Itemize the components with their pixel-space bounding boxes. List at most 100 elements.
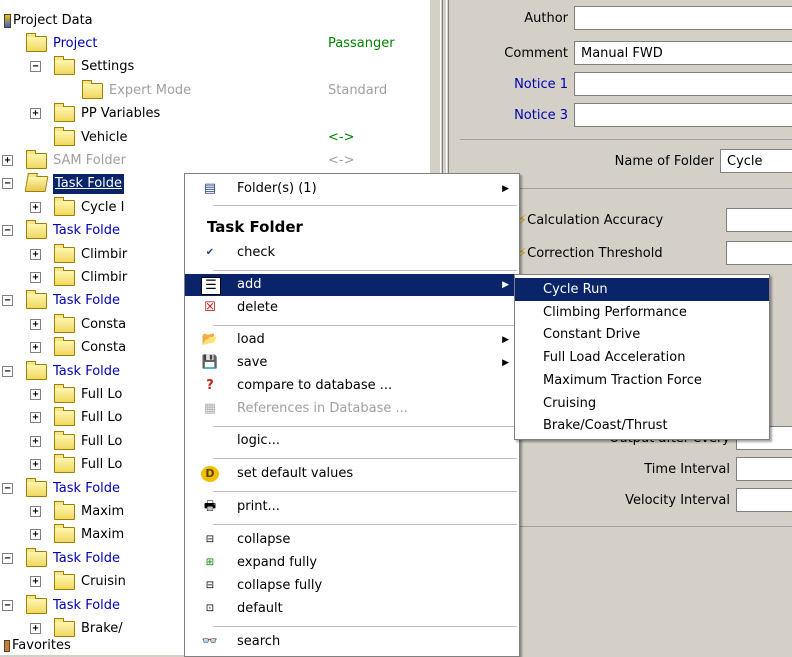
correction-threshold-label: ⚡Correction Threshold [518, 243, 718, 265]
menu-item-delete[interactable]: ☒ delete [185, 297, 519, 319]
menu-item-delete-label: delete [237, 300, 278, 315]
menu-item-search[interactable]: 👓 search [185, 631, 519, 653]
menu-item-default[interactable]: ⊡ default [185, 598, 519, 620]
add-submenu[interactable]: Cycle Run Climbing Performance Constant Dr… [514, 274, 770, 440]
collapse-toggle-icon[interactable]: − [2, 599, 13, 611]
expand-toggle-icon[interactable]: + [30, 576, 41, 588]
folder-icon [54, 384, 75, 403]
submenu-item[interactable]: Constant Drive [515, 323, 769, 346]
expand-toggle-icon[interactable]: + [30, 459, 41, 471]
context-menu[interactable]: ▤ Folder(s) (1) ▶ Task Folder ✔ check ☰ … [184, 173, 520, 657]
menu-item-references[interactable]: ▦ References in Database ... [185, 398, 519, 420]
folder-icon [54, 524, 75, 544]
submenu-item[interactable]: Brake/Coast/Thrust [515, 414, 769, 437]
expand-toggle-icon[interactable]: + [30, 506, 41, 517]
menu-item-print[interactable]: 🖶 print... [185, 496, 519, 518]
collapse-icon: ⊟ [205, 534, 215, 545]
menu-item-add-label: add [237, 277, 262, 292]
collapse-toggle-icon[interactable]: − [2, 178, 13, 190]
menu-item-folders-label: Folder(s) (1) [237, 181, 317, 196]
folder-icon [24, 176, 49, 193]
time-interval-field[interactable] [736, 457, 792, 481]
author-label: Author [524, 11, 568, 26]
submenu-arrow-icon: ▶ [502, 184, 509, 194]
notice1-field[interactable] [574, 72, 792, 96]
folder-icon [26, 33, 47, 52]
folders-icon: ▤ [203, 181, 217, 196]
submenu-item-label: Cruising [543, 395, 597, 411]
collapse-toggle-icon[interactable]: − [2, 295, 13, 307]
expand-toggle-icon[interactable]: + [30, 389, 41, 400]
tree-row[interactable]: Expert Mode Standard [0, 79, 430, 102]
submenu-item[interactable]: Maximum Traction Force [515, 369, 769, 392]
menu-item-add[interactable]: ☰ add ▶ [185, 274, 519, 296]
author-field[interactable] [574, 6, 792, 30]
folder-icon [54, 571, 75, 591]
menu-item-load[interactable]: 📂 load ▶ [185, 329, 519, 351]
calc-accuracy-field[interactable] [726, 208, 792, 232]
submenu-item[interactable]: Cruising [515, 392, 769, 415]
menu-item-check[interactable]: ✔ check [185, 242, 519, 264]
tree-row-label: Full Lo [81, 433, 123, 449]
folder-icon [54, 337, 75, 357]
tree-row[interactable]: Project Passanger [0, 33, 430, 55]
tree-row[interactable]: − Settings [0, 56, 430, 78]
expand-toggle-icon[interactable]: + [30, 248, 41, 260]
tree-row-label: Settings [81, 59, 135, 75]
expand-toggle-icon[interactable]: + [30, 108, 41, 120]
tree-row[interactable]: Vehicle <-> [0, 126, 430, 149]
tree-row-label: Full Lo [81, 410, 123, 426]
collapse-toggle-icon[interactable]: − [2, 482, 13, 494]
tree-row[interactable]: + SAM Folder <-> [0, 150, 430, 172]
expand-toggle-icon[interactable]: + [30, 272, 41, 283]
submenu-item[interactable]: Cycle Run [515, 278, 769, 301]
tree-row-label: Task Folde [53, 480, 121, 496]
menu-item-collapse[interactable]: ⊟ collapse [185, 529, 519, 551]
menu-item-expand-fully[interactable]: ⊞ expand fully [185, 552, 519, 574]
collapse-toggle-icon[interactable]: − [2, 225, 13, 237]
tree-row-label: Climbir [81, 246, 128, 262]
expand-toggle-icon[interactable]: + [2, 155, 13, 166]
velocity-interval-field[interactable] [736, 488, 792, 512]
menu-item-set-default-label: set default values [237, 466, 354, 481]
folder-name-field[interactable]: Cycle [720, 149, 792, 173]
menu-item-compare[interactable]: ? compare to database ... [185, 375, 519, 397]
comment-field[interactable]: Manual FWD [574, 41, 792, 65]
collapse-toggle-icon[interactable]: − [2, 365, 13, 377]
menu-item-save[interactable]: 💾 save ▶ [185, 352, 519, 374]
expand-toggle-icon[interactable]: + [30, 412, 41, 424]
expand-toggle-icon[interactable]: + [30, 201, 41, 213]
references-database-icon: ▦ [203, 401, 217, 416]
menu-item-check-label: check [237, 245, 276, 260]
tree-row-label: Task Folde [53, 174, 125, 195]
calc-accuracy-text: Calculation Accuracy [527, 213, 664, 228]
menu-item-collapse-label: collapse [237, 532, 291, 547]
expand-toggle-icon[interactable]: + [30, 435, 41, 447]
tree-row-value: <-> [328, 153, 355, 168]
folder-icon [54, 501, 75, 520]
favorites-icon [4, 640, 10, 652]
submenu-item-label: Maximum Traction Force [543, 372, 702, 388]
submenu-item[interactable]: Full Load Acceleration [515, 346, 769, 369]
notice3-field[interactable] [574, 103, 792, 127]
menu-item-collapse-fully[interactable]: ⊟ collapse fully [185, 575, 519, 597]
tree-row-value: <-> [328, 129, 355, 145]
tree-row-label: Maxim [81, 504, 125, 519]
expand-toggle-icon[interactable]: + [30, 342, 41, 354]
expand-toggle-icon[interactable]: + [30, 318, 41, 330]
menu-item-set-default[interactable]: D set default values [185, 463, 519, 485]
menu-item-folders[interactable]: ▤ Folder(s) (1) ▶ [185, 178, 519, 200]
submenu-arrow-icon: ▶ [502, 335, 509, 345]
tree-row-label: Task Folde [53, 550, 121, 566]
expand-toggle-icon[interactable]: + [30, 623, 41, 634]
tree-row[interactable]: + PP Variables [0, 103, 430, 125]
tree-root-label: Project Data [13, 13, 93, 28]
collapse-toggle-icon[interactable]: − [2, 552, 13, 564]
menu-item-logic[interactable]: logic... [185, 430, 519, 452]
expand-toggle-icon[interactable]: + [30, 529, 41, 541]
time-interval-label: Time Interval [644, 462, 730, 477]
menu-item-expand-fully-label: expand fully [237, 555, 318, 570]
correction-threshold-field[interactable] [726, 241, 792, 265]
submenu-item[interactable]: Climbing Performance [515, 301, 769, 324]
collapse-toggle-icon[interactable]: − [30, 61, 41, 73]
